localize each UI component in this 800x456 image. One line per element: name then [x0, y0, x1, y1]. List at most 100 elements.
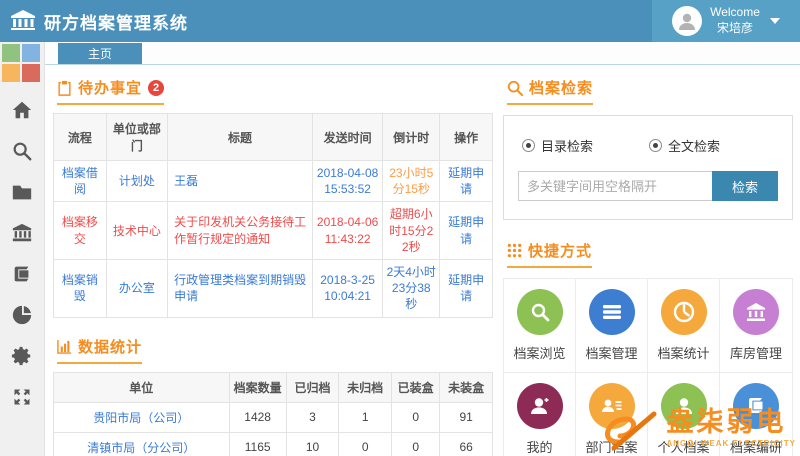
search-panel: 目录检索 全文检索 检索	[503, 115, 793, 220]
grid-red	[22, 64, 40, 82]
todo-col-sent: 发送时间	[312, 114, 382, 161]
todo-row: 档案销毁 办公室 行政管理类档案到期销毁申请 2018-3-25 10:04:2…	[54, 259, 493, 317]
sidebar	[0, 42, 45, 456]
todo-process[interactable]: 档案移交	[54, 202, 107, 260]
todo-process[interactable]: 档案销毁	[54, 259, 107, 317]
shortcut-label: 档案编研	[730, 437, 782, 456]
tab-bar: 主页	[45, 42, 800, 65]
main-content: 待办事宜 2 流程 单位或部门 标题 发送时间 倒计时 操作	[45, 65, 800, 456]
shortcut-warehouse-manage[interactable]: 库房管理	[720, 279, 792, 373]
bank-icon	[733, 289, 779, 335]
color-grid-logo	[2, 44, 42, 84]
stats-unarchived: 0	[339, 432, 392, 456]
bar-chart-icon	[57, 339, 72, 354]
stats-unboxed: 66	[440, 432, 493, 456]
radio-fulltext-label: 全文检索	[668, 136, 720, 155]
shortcut-personal-archive[interactable]: 个人档案	[648, 373, 720, 456]
search-section-title: 档案检索	[507, 77, 593, 105]
gear-icon[interactable]	[10, 344, 34, 368]
shortcut-label: 个人档案	[657, 437, 709, 456]
shortcut-label: 档案浏览	[513, 343, 565, 362]
shortcut-my-archive[interactable]: 我的	[504, 373, 576, 456]
todo-dept: 计划处	[106, 161, 167, 202]
stats-unit-link[interactable]: 清镇市局（分公司）	[54, 432, 230, 456]
radio-fulltext-search[interactable]: 全文检索	[649, 136, 720, 155]
todo-dept: 技术中心	[106, 202, 167, 260]
search-orange-icon	[507, 80, 523, 96]
todo-section-title: 待办事宜 2	[57, 77, 164, 105]
todo-delay-link[interactable]: 延期申请	[440, 259, 493, 317]
todo-delay-link[interactable]: 延期申请	[440, 202, 493, 260]
stats-unit-link[interactable]: 贵阳市局（公司）	[54, 402, 230, 432]
shortcut-label: 库房管理	[730, 343, 782, 362]
user-menu[interactable]: Welcome 宋培彦	[652, 0, 800, 42]
stats-row: 贵阳市局（公司） 1428 3 1 0 91	[54, 402, 493, 432]
user-plus-icon	[517, 383, 563, 429]
app-title: 研方档案管理系统	[44, 9, 188, 34]
shortcut-archive-stats[interactable]: 档案统计	[648, 279, 720, 373]
stats-table: 单位 档案数量 已归档 未归档 已装盒 未装盒 贵阳市局（公司） 1428 3	[53, 372, 493, 456]
right-column: 档案检索 目录检索 全文检索 检索	[503, 65, 793, 456]
search-button[interactable]: 检索	[712, 171, 778, 201]
stats-col-archived: 已归档	[286, 372, 339, 402]
shortcut-label: 档案统计	[657, 343, 709, 362]
fullscreen-expand-icon[interactable]	[10, 385, 34, 409]
shortcut-grid: 档案浏览 档案管理 档案统计	[503, 278, 793, 456]
todo-subject[interactable]: 王磊	[168, 161, 313, 202]
todo-col-process: 流程	[54, 114, 107, 161]
todo-header-row: 流程 单位或部门 标题 发送时间 倒计时 操作	[54, 114, 493, 161]
left-column: 待办事宜 2 流程 单位或部门 标题 发送时间 倒计时 操作	[53, 65, 493, 456]
magnifier-icon	[517, 289, 563, 335]
shortcut-archive-browse[interactable]: 档案浏览	[504, 279, 576, 373]
todo-row: 档案借阅 计划处 王磊 2018-04-08 15:53:52 23小时5分15…	[54, 161, 493, 202]
todo-subject[interactable]: 关于印发机关公务接待工作暂行规定的通知	[168, 202, 313, 260]
avatar	[672, 6, 702, 36]
chevron-down-icon	[770, 18, 780, 24]
user-info: Welcome 宋培彦	[710, 5, 760, 36]
todo-col-countdown: 倒计时	[383, 114, 440, 161]
grid-blue	[22, 44, 40, 62]
stats-boxed: 0	[392, 402, 440, 432]
stats-col-unboxed: 未装盒	[440, 372, 493, 402]
todo-delay-link[interactable]: 延期申请	[440, 161, 493, 202]
user-icon	[661, 383, 707, 429]
todo-col-dept: 单位或部门	[106, 114, 167, 161]
stats-unboxed: 91	[440, 402, 493, 432]
pie-chart-icon	[661, 289, 707, 335]
todo-subject[interactable]: 行政管理类档案到期销毁申请	[168, 259, 313, 317]
shortcuts-title: 快捷方式	[528, 240, 592, 261]
tab-home[interactable]: 主页	[58, 43, 142, 64]
shortcut-archive-manage[interactable]: 档案管理	[576, 279, 648, 373]
todo-countdown: 2天4小时23分38秒	[383, 259, 440, 317]
shortcuts-section-title: 快捷方式	[507, 240, 592, 268]
shortcut-department-archive[interactable]: 部门档案	[576, 373, 648, 456]
shortcut-archive-research[interactable]: 档案编研	[720, 373, 792, 456]
bank-icon[interactable]	[10, 221, 34, 245]
radio-icon	[649, 139, 662, 152]
todo-col-action: 操作	[440, 114, 493, 161]
todo-col-subject: 标题	[168, 114, 313, 161]
username: 宋培彦	[710, 21, 760, 37]
todo-process[interactable]: 档案借阅	[54, 161, 107, 202]
stats-archived: 10	[286, 432, 339, 456]
pie-chart-icon[interactable]	[10, 303, 34, 327]
radio-catalog-search[interactable]: 目录检索	[522, 136, 593, 155]
search-input[interactable]	[518, 171, 712, 201]
todo-sent: 2018-04-06 11:43:22	[312, 202, 382, 260]
folder-icon[interactable]	[10, 180, 34, 204]
search-mode-options: 目录检索 全文检索	[522, 136, 778, 155]
grid-orange	[2, 64, 20, 82]
todo-count-badge: 2	[148, 80, 164, 96]
search-icon[interactable]	[10, 139, 34, 163]
book-icon[interactable]	[10, 262, 34, 286]
todo-dept: 办公室	[106, 259, 167, 317]
stats-col-total: 档案数量	[229, 372, 286, 402]
book-icon	[733, 383, 779, 429]
stats-row: 清镇市局（分公司） 1165 10 0 0 66	[54, 432, 493, 456]
todo-title: 待办事宜	[78, 77, 142, 98]
radio-catalog-label: 目录检索	[541, 136, 593, 155]
home-icon[interactable]	[10, 98, 34, 122]
stats-section-title: 数据统计	[57, 336, 142, 364]
stats-col-boxed: 已装盒	[392, 372, 440, 402]
users-icon	[589, 383, 635, 429]
